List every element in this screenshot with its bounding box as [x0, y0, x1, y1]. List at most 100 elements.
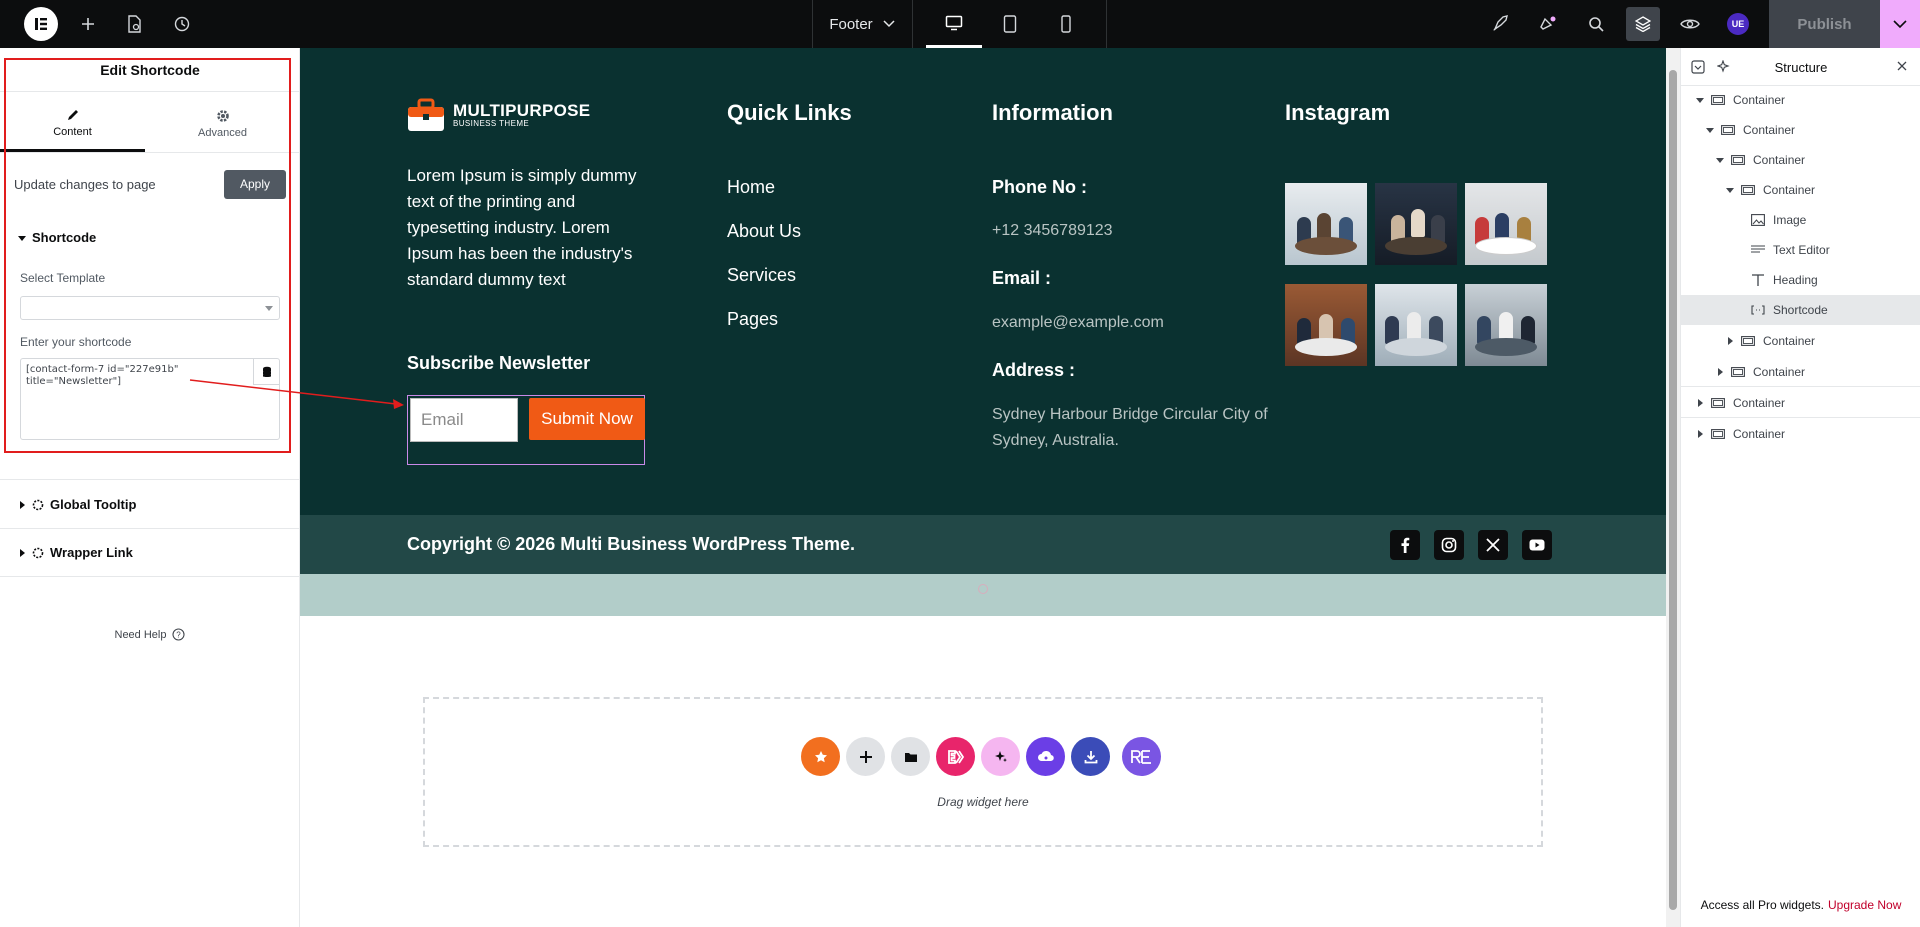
- apply-button[interactable]: Apply: [224, 169, 286, 199]
- structure-item-label: Container: [1733, 426, 1786, 441]
- structure-item-container[interactable]: Container: [1681, 326, 1920, 356]
- instagram-link[interactable]: [1434, 530, 1464, 560]
- briefcase-logo-icon: [408, 98, 444, 131]
- desktop-view-button[interactable]: [926, 0, 982, 48]
- structure-toggle-button[interactable]: [1626, 7, 1660, 41]
- need-help-link[interactable]: Need Help ?: [0, 628, 300, 641]
- newsletter-shortcode-widget[interactable]: Email Submit Now: [407, 395, 645, 465]
- scroll-thumb[interactable]: [1669, 70, 1677, 910]
- structure-item-container[interactable]: Container: [1681, 85, 1920, 115]
- instagram-heading: Instagram: [1285, 100, 1391, 125]
- section-shortcode-toggle[interactable]: Shortcode: [18, 230, 96, 245]
- history-button[interactable]: [166, 0, 198, 48]
- caret-right-icon: [1698, 398, 1703, 407]
- notifications-button[interactable]: [1532, 0, 1564, 48]
- ai-structure-button[interactable]: [1717, 60, 1731, 74]
- container-icon: [1741, 184, 1755, 195]
- structure-header: Structure: [1681, 48, 1920, 86]
- select-template-dropdown[interactable]: [20, 296, 280, 320]
- structure-item-container[interactable]: Container: [1681, 175, 1920, 205]
- favorites-button[interactable]: [801, 737, 840, 776]
- section-global-tooltip-toggle[interactable]: Global Tooltip: [18, 497, 136, 512]
- container-icon: [1731, 366, 1745, 377]
- brand-tagline: BUSINESS THEME: [453, 118, 530, 128]
- quick-link-home[interactable]: Home: [727, 177, 775, 198]
- tab-advanced[interactable]: Advanced: [150, 96, 295, 152]
- structure-item-container[interactable]: Container: [1681, 145, 1920, 175]
- x-link[interactable]: [1478, 530, 1508, 560]
- structure-item-label: Text Editor: [1773, 242, 1830, 257]
- structure-item-label: Heading: [1773, 272, 1818, 287]
- address-value: Sydney Harbour Bridge Circular City of S…: [992, 406, 1268, 449]
- tablet-view-button[interactable]: [982, 0, 1038, 48]
- preview-button[interactable]: [1674, 0, 1706, 48]
- cloud-templates-button[interactable]: [1026, 737, 1065, 776]
- database-icon: [262, 366, 271, 377]
- structure-item-label: Container: [1753, 364, 1806, 379]
- update-changes-row: Update changes to page Apply: [14, 168, 286, 200]
- instagram-photo[interactable]: [1375, 284, 1457, 366]
- canvas-scrollbar[interactable]: [1666, 48, 1680, 927]
- structure-item-container[interactable]: Container: [1681, 115, 1920, 145]
- newsletter-email-input[interactable]: Email: [410, 398, 518, 442]
- container-icon: [1711, 428, 1725, 439]
- add-element-button[interactable]: [72, 0, 104, 48]
- structure-item-shortcode[interactable]: Shortcode: [1681, 295, 1920, 325]
- gear-icon: [216, 110, 229, 122]
- page-settings-button[interactable]: [118, 0, 150, 48]
- elementskit-button[interactable]: [936, 737, 975, 776]
- structure-item-container[interactable]: Container: [1681, 388, 1920, 418]
- section-shortcode-title: Shortcode: [32, 230, 97, 245]
- add-section-button[interactable]: [846, 737, 885, 776]
- youtube-link[interactable]: [1522, 530, 1552, 560]
- facebook-icon: [1401, 537, 1410, 553]
- youtube-icon: [1529, 539, 1545, 551]
- tablet-icon: [1003, 15, 1017, 33]
- add-template-button[interactable]: [891, 737, 930, 776]
- publish-options-button[interactable]: [1880, 0, 1920, 48]
- tab-content[interactable]: Content: [0, 96, 145, 152]
- document-title-dropdown[interactable]: Footer: [812, 0, 912, 48]
- widget-drop-zone[interactable]: Drag widget here: [423, 697, 1543, 847]
- site-kit-button[interactable]: [1484, 0, 1516, 48]
- royal-elementor-button[interactable]: [1122, 737, 1161, 776]
- phone-label: Phone No :: [992, 177, 1087, 197]
- structure-item-container[interactable]: Container: [1681, 419, 1920, 449]
- search-button[interactable]: [1580, 0, 1612, 48]
- instagram-photo[interactable]: [1465, 284, 1547, 366]
- download-icon: [1084, 750, 1097, 763]
- instagram-photo[interactable]: [1285, 183, 1367, 265]
- import-template-button[interactable]: [1071, 737, 1110, 776]
- facebook-link[interactable]: [1390, 530, 1420, 560]
- publish-button[interactable]: Publish: [1769, 0, 1880, 48]
- section-global-tooltip-title: Global Tooltip: [50, 497, 137, 512]
- elementor-logo-button[interactable]: [20, 0, 62, 48]
- instagram-photo[interactable]: [1285, 284, 1367, 366]
- caret-down-icon: [18, 235, 26, 241]
- collapse-all-button[interactable]: [1691, 60, 1705, 74]
- instagram-photo[interactable]: [1465, 183, 1547, 265]
- user-menu-button[interactable]: UE: [1722, 0, 1754, 48]
- quick-link-pages[interactable]: Pages: [727, 309, 778, 330]
- structure-item-image[interactable]: Image: [1681, 205, 1920, 235]
- brand-logo[interactable]: MULTIPURPOSE BUSINESS THEME: [407, 98, 590, 132]
- newsletter-submit-button[interactable]: Submit Now: [529, 398, 645, 440]
- shortcode-value: [contact-form-7 id="227e91b" title="News…: [26, 364, 179, 387]
- structure-item-container[interactable]: Container: [1681, 357, 1920, 387]
- page-settings-icon: [128, 15, 141, 33]
- shortcode-textarea[interactable]: [contact-form-7 id="227e91b" title="News…: [20, 358, 280, 440]
- mobile-view-button[interactable]: [1038, 0, 1094, 48]
- quick-link-services[interactable]: Services: [727, 265, 796, 286]
- structure-item-heading[interactable]: Heading: [1681, 265, 1920, 295]
- caret-right-icon: [20, 548, 25, 557]
- quick-link-about[interactable]: About Us: [727, 221, 801, 242]
- dynamic-tags-button[interactable]: [253, 359, 279, 385]
- section-wrapper-link-toggle[interactable]: Wrapper Link: [18, 545, 133, 560]
- plus-icon: [859, 750, 872, 763]
- structure-item-text-editor[interactable]: Text Editor: [1681, 235, 1920, 265]
- ai-button[interactable]: [981, 737, 1020, 776]
- instagram-photo[interactable]: [1375, 183, 1457, 265]
- upgrade-now-link[interactable]: Upgrade Now: [1828, 898, 1901, 912]
- shortcode-icon: [1751, 304, 1765, 315]
- close-structure-button[interactable]: [1897, 61, 1907, 71]
